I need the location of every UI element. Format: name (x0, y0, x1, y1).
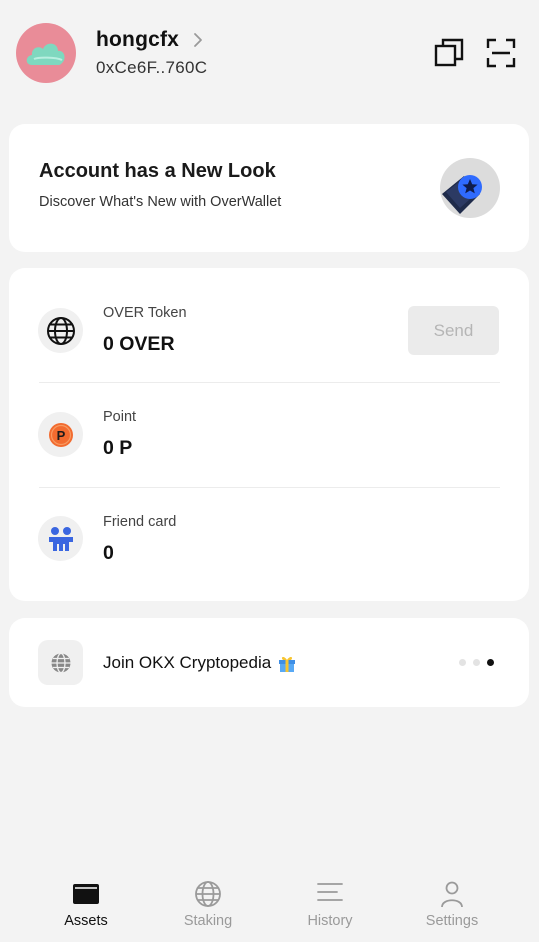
nav-label: Settings (425, 913, 479, 929)
nav-settings[interactable]: Settings (397, 866, 507, 942)
cryptopedia-row: Join OKX Cryptopedia (103, 653, 297, 673)
nav-label: Staking (183, 913, 233, 929)
avatar[interactable] (16, 23, 76, 83)
wallet-address[interactable]: 0xCe6F..760C (96, 58, 207, 78)
copy-icon[interactable] (434, 38, 464, 68)
wallet-icon (73, 884, 99, 904)
nav-staking[interactable]: Staking (153, 866, 263, 942)
person-icon (441, 881, 463, 908)
asset-value: 0 OVER (103, 333, 175, 355)
username: hongcfx (96, 28, 180, 51)
carousel-dot[interactable] (459, 659, 466, 666)
assets-card: OVER Token 0 OVER Send P Point 0 P Frien… (9, 268, 529, 601)
new-look-banner[interactable]: Account has a New Look Discover What's N… (9, 124, 529, 252)
list-icon (317, 883, 343, 901)
gift-icon (279, 656, 296, 672)
cryptopedia-carousel[interactable]: Join OKX Cryptopedia (9, 618, 529, 707)
carousel-dots (459, 659, 494, 666)
asset-label: Friend card (103, 514, 177, 530)
scan-icon[interactable] (486, 38, 516, 68)
wallet-header: hongcfx 0xCe6F..760C (0, 0, 539, 110)
nav-history[interactable]: History (275, 866, 385, 942)
cloud-avatar-icon (26, 43, 65, 65)
banner-title: Account has a New Look (39, 160, 276, 182)
nav-assets[interactable]: Assets (31, 866, 141, 942)
nav-label: Assets (64, 913, 108, 929)
globe-icon (38, 640, 83, 685)
star-badge-icon (440, 158, 500, 218)
point-row: P Point 0 P (9, 373, 529, 478)
carousel-dot-active[interactable] (487, 659, 494, 666)
friends-icon (38, 516, 83, 561)
carousel-dot[interactable] (473, 659, 480, 666)
nav-label: History (307, 913, 353, 929)
chevron-right-icon (194, 33, 202, 47)
asset-value: 0 P (103, 437, 133, 459)
banner-subtitle: Discover What's New with OverWallet (39, 194, 282, 210)
asset-value: 0 (103, 542, 114, 564)
cryptopedia-text: Join OKX Cryptopedia (103, 653, 272, 672)
asset-label: OVER Token (103, 305, 187, 321)
globe-icon (38, 308, 83, 353)
over-token-row: OVER Token 0 OVER Send (9, 268, 529, 373)
send-button[interactable]: Send (408, 306, 499, 355)
point-coin-icon: P (38, 412, 83, 457)
asset-label: Point (103, 409, 137, 425)
friend-card-row: Friend card 0 (9, 478, 529, 583)
globe-icon (195, 881, 221, 907)
svg-text:P: P (56, 428, 65, 443)
account-name-row[interactable]: hongcfx (96, 28, 203, 52)
bottom-nav: Assets Staking History Settings (0, 866, 539, 942)
